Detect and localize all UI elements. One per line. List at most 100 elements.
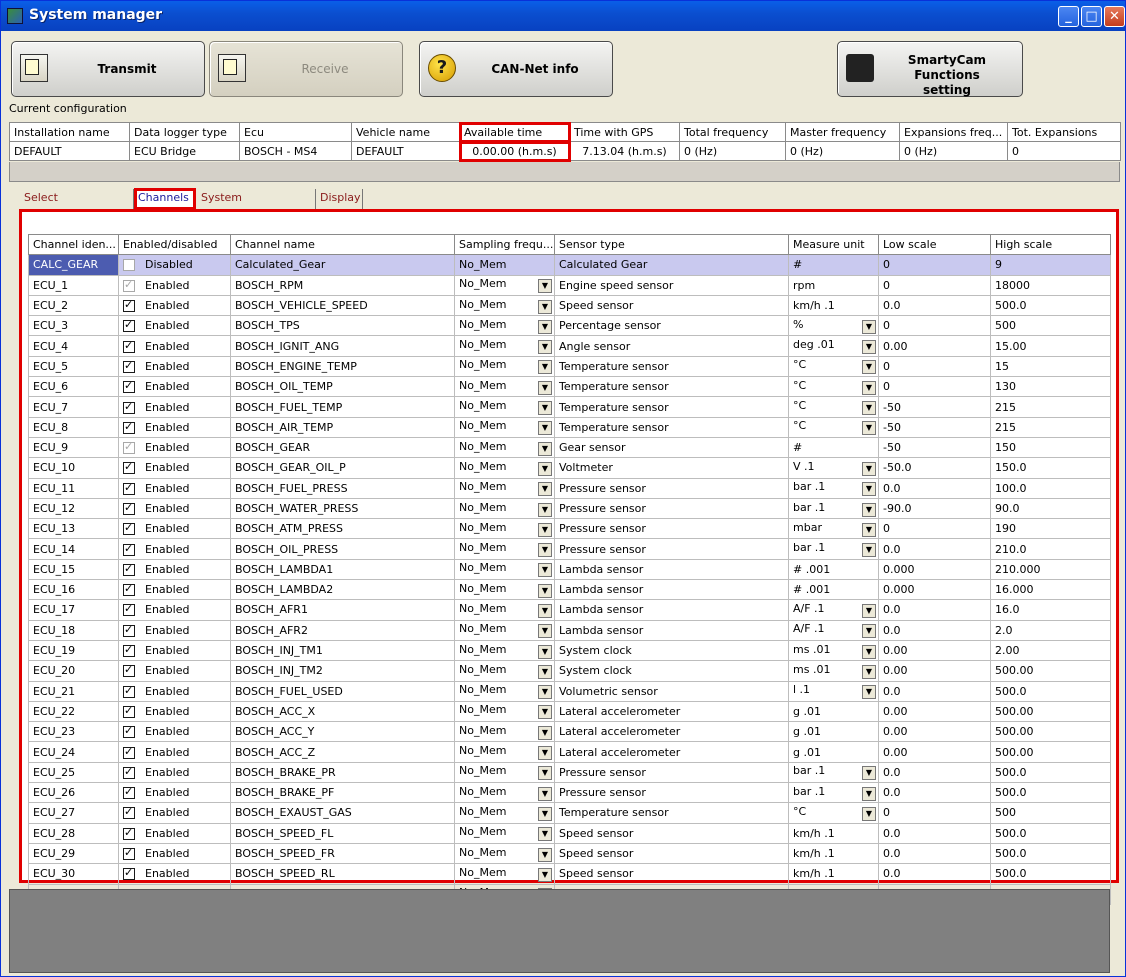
sensor-type-cell[interactable]: Speed sensor <box>554 822 789 844</box>
dropdown-arrow-icon[interactable]: ▼ <box>538 502 552 517</box>
dropdown-arrow-icon[interactable]: ▼ <box>538 867 552 882</box>
channel-row[interactable]: ECU_17EnabledBOSCH_AFR1No_Mem▼Lambda sen… <box>28 599 1111 621</box>
column-header-low-scale[interactable]: Low scale <box>878 233 991 256</box>
enabled-cell[interactable]: Enabled <box>118 355 231 378</box>
low-scale-cell[interactable]: 0.0 <box>878 294 991 317</box>
channel-name-cell[interactable]: BOSCH_LAMBDA2 <box>230 579 455 601</box>
dropdown-arrow-icon[interactable]: ▼ <box>538 563 552 578</box>
enabled-cell[interactable]: Enabled <box>118 822 231 844</box>
low-scale-cell[interactable]: 0.000 <box>878 558 991 581</box>
dropdown-arrow-icon[interactable]: ▼ <box>538 725 552 740</box>
enabled-checkbox[interactable] <box>123 724 135 739</box>
high-scale-cell[interactable]: 500.00 <box>990 741 1111 763</box>
low-scale-cell[interactable]: 0.00 <box>878 721 991 743</box>
dropdown-arrow-icon[interactable]: ▼ <box>862 685 876 700</box>
sensor-type-cell[interactable]: Lambda sensor <box>554 558 789 581</box>
channel-row[interactable]: ECU_9 Enabled BOSCH_GEAR No_Mem ▼Gear sensor… <box>28 436 1111 459</box>
sampling-frequency-cell[interactable]: No_Mem ▼ <box>454 802 555 824</box>
dropdown-arrow-icon[interactable]: ▼ <box>538 319 552 334</box>
column-header-channel-id[interactable]: Channel iden... <box>28 233 119 256</box>
high-scale-cell[interactable]: 210.000 <box>990 558 1111 581</box>
low-scale-cell[interactable]: 0 <box>878 315 991 337</box>
channel-row[interactable]: ECU_7EnabledBOSCH_FUEL_TEMPNo_Mem▼Temper… <box>28 396 1111 418</box>
sensor-type-cell[interactable]: Speed sensor <box>554 863 789 885</box>
high-scale-cell[interactable]: 500.0 <box>990 863 1111 885</box>
low-scale-cell[interactable]: -50 <box>878 436 991 459</box>
enabled-checkbox[interactable] <box>123 278 135 292</box>
channel-name-cell[interactable]: BOSCH_AFR1 <box>230 599 455 621</box>
low-scale-cell[interactable]: 0.0 <box>878 680 991 702</box>
channel-id-cell[interactable]: ECU_5 <box>28 355 119 378</box>
high-scale-cell[interactable]: 2.0 <box>990 619 1111 641</box>
measure-unit-cell[interactable]: # <box>788 436 879 459</box>
measure-unit-cell[interactable]: bar .1 ▼ <box>788 782 879 804</box>
channel-id-cell[interactable]: ECU_25 <box>28 761 119 784</box>
dropdown-arrow-icon[interactable]: ▼ <box>862 461 876 476</box>
channel-name-cell[interactable]: BOSCH_OIL_PRESS <box>230 538 455 560</box>
channel-row[interactable]: ECU_26EnabledBOSCH_BRAKE_PFNo_Mem▼Pressu… <box>28 782 1111 804</box>
channel-row[interactable]: ECU_29 Enabled BOSCH_SPEED_FR No_Mem ▼Speed … <box>28 842 1111 865</box>
dropdown-arrow-icon[interactable]: ▼ <box>862 644 876 659</box>
measure-unit-cell[interactable]: g .01 <box>788 700 879 723</box>
dropdown-arrow-icon[interactable]: ▼ <box>538 603 552 618</box>
sensor-type-cell[interactable]: System clock <box>554 660 789 682</box>
can-net-info-button[interactable]: ? CAN-Net info <box>419 41 613 97</box>
measure-unit-cell[interactable]: bar .1 ▼ <box>788 477 879 499</box>
enabled-checkbox[interactable] <box>123 400 135 414</box>
enabled-cell[interactable]: Enabled <box>118 802 231 824</box>
channel-id-cell[interactable]: ECU_10 <box>28 457 119 479</box>
sampling-frequency-cell[interactable]: No_Mem ▼ <box>454 274 555 296</box>
channel-name-cell[interactable]: BOSCH_INJ_TM2 <box>230 660 455 682</box>
enabled-checkbox[interactable] <box>123 359 135 373</box>
receive-button[interactable]: Receive <box>209 41 403 97</box>
enabled-cell[interactable]: Enabled <box>118 660 231 682</box>
sensor-type-cell[interactable]: Temperature sensor <box>554 416 789 438</box>
channel-row[interactable]: ECU_4EnabledBOSCH_IGNIT_ANGNo_Mem▼Angle … <box>28 335 1111 357</box>
enabled-checkbox[interactable] <box>123 562 135 576</box>
channel-id-cell[interactable]: ECU_21 <box>28 680 119 702</box>
enabled-checkbox[interactable] <box>123 460 135 475</box>
tab-display[interactable]: Display <box>317 189 363 209</box>
low-scale-cell[interactable]: 0 <box>878 376 991 398</box>
measure-unit-cell[interactable]: bar .1 ▼ <box>788 538 879 560</box>
channel-row[interactable]: ECU_18EnabledBOSCH_AFR2No_Mem▼Lambda sen… <box>28 619 1111 641</box>
dropdown-arrow-icon[interactable]: ▼ <box>538 705 552 720</box>
high-scale-cell[interactable]: 500 <box>990 802 1111 824</box>
enabled-cell[interactable]: Enabled <box>118 863 231 885</box>
sampling-frequency-cell[interactable]: No_Mem ▼ <box>454 335 555 357</box>
channel-id-cell[interactable]: ECU_24 <box>28 741 119 763</box>
dropdown-arrow-icon[interactable]: ▼ <box>862 380 876 395</box>
dropdown-arrow-icon[interactable]: ▼ <box>538 806 552 821</box>
high-scale-cell[interactable]: 500.0 <box>990 680 1111 702</box>
channel-name-cell[interactable]: BOSCH_ACC_X <box>230 700 455 723</box>
sampling-frequency-cell[interactable]: No_Mem ▼ <box>454 436 555 459</box>
enabled-cell[interactable]: Enabled <box>118 396 231 418</box>
measure-unit-cell[interactable]: km/h .1 <box>788 294 879 317</box>
low-scale-cell[interactable]: 0.0 <box>878 761 991 784</box>
enabled-cell[interactable]: Enabled <box>118 761 231 784</box>
dropdown-arrow-icon[interactable]: ▼ <box>862 624 876 639</box>
channel-name-cell[interactable]: BOSCH_SPEED_FL <box>230 822 455 844</box>
enabled-checkbox[interactable] <box>123 379 135 394</box>
enabled-cell[interactable]: Enabled <box>118 680 231 702</box>
high-scale-cell[interactable]: 16.000 <box>990 579 1111 601</box>
high-scale-cell[interactable]: 500 <box>990 315 1111 337</box>
high-scale-cell[interactable]: 500.00 <box>990 721 1111 743</box>
dropdown-arrow-icon[interactable]: ▼ <box>862 766 876 781</box>
channel-name-cell[interactable]: BOSCH_EXAUST_GAS <box>230 802 455 824</box>
sensor-type-cell[interactable]: Engine speed sensor <box>554 274 789 296</box>
column-header-measure-unit[interactable]: Measure unit <box>788 233 879 256</box>
dropdown-arrow-icon[interactable]: ▼ <box>862 421 876 436</box>
enabled-checkbox[interactable] <box>123 846 135 861</box>
enabled-checkbox[interactable] <box>123 765 135 779</box>
measure-unit-cell[interactable]: A/F .1 ▼ <box>788 619 879 641</box>
low-scale-cell[interactable]: 0.00 <box>878 335 991 357</box>
channel-id-cell[interactable]: ECU_17 <box>28 599 119 621</box>
dropdown-arrow-icon[interactable]: ▼ <box>538 401 552 416</box>
sensor-type-cell[interactable]: Lateral accelerometer <box>554 741 789 763</box>
measure-unit-cell[interactable]: ms .01 ▼ <box>788 639 879 662</box>
column-header-high-scale[interactable]: High scale <box>990 233 1111 256</box>
channel-name-cell[interactable]: BOSCH_VEHICLE_SPEED <box>230 294 455 317</box>
sampling-frequency-cell[interactable]: No_Mem ▼ <box>454 497 555 520</box>
sensor-type-cell[interactable]: Pressure sensor <box>554 761 789 784</box>
